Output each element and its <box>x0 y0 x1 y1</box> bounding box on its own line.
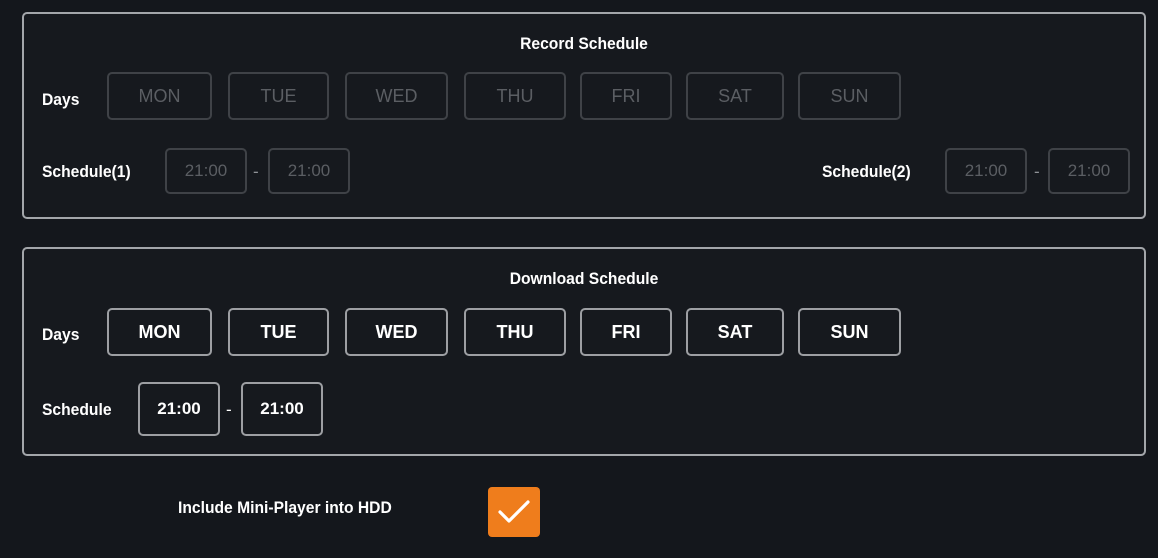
download-day-mon-button[interactable]: MON <box>107 308 212 356</box>
record-days-label: Days <box>42 90 80 109</box>
download-days-label: Days <box>42 325 80 344</box>
download-day-fri-button[interactable]: FRI <box>580 308 672 356</box>
record-day-sat-button[interactable]: SAT <box>686 72 784 120</box>
mini-player-label: Include Mini-Player into HDD <box>178 498 392 517</box>
record-day-mon-button[interactable]: MON <box>107 72 212 120</box>
record-schedule2-separator: - <box>1034 162 1040 181</box>
download-schedule-separator: - <box>226 400 232 419</box>
download-day-tue-button[interactable]: TUE <box>228 308 329 356</box>
download-schedule-title: Download Schedule <box>509 269 659 288</box>
record-day-tue-button[interactable]: TUE <box>228 72 329 120</box>
download-day-wed-button[interactable]: WED <box>345 308 448 356</box>
record-schedule1-end-input[interactable]: 21:00 <box>268 148 350 194</box>
record-day-sun-button[interactable]: SUN <box>798 72 901 120</box>
download-schedule-end-input[interactable]: 21:00 <box>241 382 323 436</box>
record-schedule-panel: Record Schedule Days MON TUE WED THU FRI… <box>22 12 1146 219</box>
record-schedule1-separator: - <box>253 162 259 181</box>
record-day-fri-button[interactable]: FRI <box>580 72 672 120</box>
record-schedule2-label: Schedule(2) <box>822 162 911 181</box>
checkmark-icon <box>498 500 530 523</box>
download-schedule-label: Schedule <box>42 400 112 419</box>
download-day-thu-button[interactable]: THU <box>464 308 566 356</box>
mini-player-checkbox[interactable] <box>488 487 540 537</box>
record-schedule-title: Record Schedule <box>520 34 648 53</box>
record-day-thu-button[interactable]: THU <box>464 72 566 120</box>
download-schedule-start-input[interactable]: 21:00 <box>138 382 220 436</box>
record-schedule1-start-input[interactable]: 21:00 <box>165 148 247 194</box>
record-schedule2-start-input[interactable]: 21:00 <box>945 148 1027 194</box>
record-schedule1-label: Schedule(1) <box>42 162 131 181</box>
record-schedule2-end-input[interactable]: 21:00 <box>1048 148 1130 194</box>
record-day-wed-button[interactable]: WED <box>345 72 448 120</box>
download-day-sat-button[interactable]: SAT <box>686 308 784 356</box>
download-day-sun-button[interactable]: SUN <box>798 308 901 356</box>
download-schedule-panel: Download Schedule Days MON TUE WED THU F… <box>22 247 1146 456</box>
